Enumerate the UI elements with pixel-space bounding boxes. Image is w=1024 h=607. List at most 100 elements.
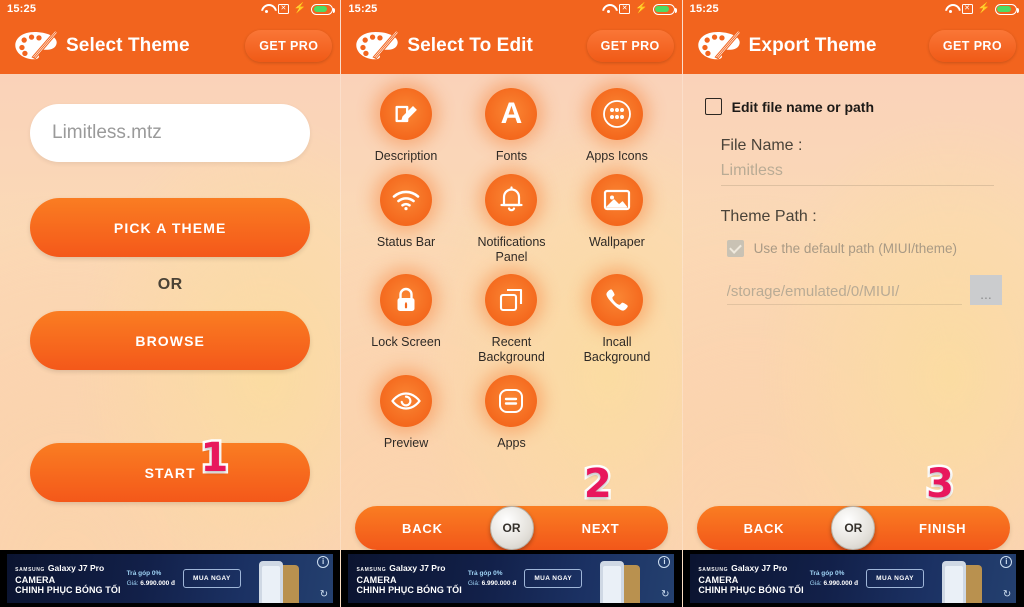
ad-banner[interactable]: SAMSUNG Galaxy J7 Pro CAMERA CHINH PHỤC … (682, 550, 1024, 607)
back-button[interactable]: BACK (697, 521, 832, 536)
replay-icon[interactable]: ↻ (661, 589, 669, 600)
status-bar: 15:25 ✕ ⚡ (0, 0, 341, 18)
screen-export-theme: 15:25 ✕ ⚡ Export Theme GET PRO Edit file… (682, 0, 1024, 607)
no-sim-icon: ✕ (619, 4, 631, 14)
back-button[interactable]: BACK (355, 521, 489, 536)
wizard-nav-bar: BACK OR NEXT 2 (355, 462, 668, 550)
grid-item-label: Notifications Panel (477, 234, 546, 264)
next-button[interactable]: NEXT (534, 521, 668, 536)
status-bar-time: 15:25 (689, 3, 719, 15)
browse-button[interactable]: BROWSE (30, 311, 311, 370)
pick-a-theme-button[interactable]: PICK A THEME (30, 198, 311, 257)
default-path-label: Use the default path (MIUI/theme) (753, 241, 957, 256)
grid-item-label: Apps (497, 435, 526, 450)
ad-cta-button[interactable]: MUA NGAY (866, 569, 924, 588)
eye-icon (380, 374, 433, 427)
grid-item-preview[interactable]: Preview (353, 374, 458, 459)
ad-headline-1: CAMERA (356, 574, 397, 585)
ad-banner[interactable]: SAMSUNG Galaxy J7 Pro CAMERA CHINH PHỤC … (341, 550, 682, 607)
grid-item-label: Fonts (495, 149, 528, 163)
replay-icon[interactable]: ↻ (320, 589, 328, 600)
edit-options-grid: Description A Fonts Apps Icons Status Ba… (341, 74, 681, 459)
status-bar-time: 15:25 (7, 3, 37, 15)
grid-item-lock-screen[interactable]: Lock Screen (353, 274, 458, 373)
theme-path-row: /storage/emulated/0/MIUI/ ... (726, 275, 1002, 305)
ad-info-icon[interactable]: i (317, 556, 330, 568)
grid-item-recent-background[interactable]: Recent Background (459, 274, 564, 373)
ad-product-name: Galaxy J7 Pro (47, 562, 105, 573)
ad-headline-2: CHINH PHỤC BÓNG TỐI (698, 584, 804, 595)
grid-item-apps-icons[interactable]: Apps Icons (564, 88, 669, 172)
browse-path-button[interactable]: ... (969, 275, 1002, 305)
export-form: Edit file name or path File Name : Limit… (683, 74, 1024, 305)
grid-item-label: Preview (383, 435, 429, 450)
grid-item-status-bar[interactable]: Status Bar (353, 173, 458, 273)
ad-brand-mark: SAMSUNG (356, 566, 387, 573)
grid-item-description[interactable]: Description (353, 88, 458, 172)
wifi-icon (945, 4, 957, 14)
ad-info-icon[interactable]: i (658, 556, 671, 568)
paint-palette-icon (356, 29, 400, 60)
grid-item-label: Apps Icons (586, 149, 648, 163)
get-pro-button[interactable]: GET PRO (245, 30, 333, 62)
grid-item-label: Lock Screen (371, 335, 441, 350)
get-pro-button[interactable]: GET PRO (928, 30, 1016, 62)
theme-file-input[interactable]: Limitless.mtz (30, 104, 311, 162)
grid-item-wallpaper[interactable]: Wallpaper (564, 173, 669, 273)
ad-cta-button[interactable]: MUA NGAY (524, 569, 583, 588)
ad-banner[interactable]: SAMSUNG Galaxy J7 Pro CAMERA CHINH PHỤC … (0, 550, 341, 607)
or-knob-button[interactable]: OR (489, 506, 534, 550)
ad-info-icon[interactable]: i (1000, 556, 1013, 568)
grid-item-apps[interactable]: Apps (459, 374, 564, 459)
no-sim-icon: ✕ (277, 4, 289, 14)
grid-item-label: Description (374, 149, 438, 163)
wifi-icon (261, 4, 273, 14)
edit-name-path-checkbox[interactable] (704, 98, 722, 115)
select-theme-body: Limitless.mtz PICK A THEME OR BROWSE STA… (0, 74, 340, 502)
step-badge-3: 3 (924, 461, 957, 507)
ad-price-value: 6.990.000 đ (481, 579, 517, 587)
app-bar: Export Theme GET PRO (682, 18, 1024, 74)
edit-name-path-checkbox-row[interactable]: Edit file name or path (704, 98, 1002, 115)
screen-select-to-edit: 15:25 ✕ ⚡ Select To Edit GET PRO Descrip… (341, 0, 683, 607)
grid-item-notifications-panel[interactable]: Notifications Panel (459, 173, 564, 273)
ad-product-name: Galaxy J7 Pro (731, 562, 788, 573)
status-bar: 15:25 ✕ ⚡ (682, 0, 1024, 18)
default-path-checkbox[interactable] (726, 240, 744, 257)
default-path-checkbox-row[interactable]: Use the default path (MIUI/theme) (726, 240, 1002, 257)
ad-product-name: Galaxy J7 Pro (389, 562, 446, 573)
ad-headline-2: CHINH PHỤC BÓNG TỐI (356, 584, 462, 595)
grid-item-incall-background[interactable]: Incall Background (564, 274, 669, 373)
ad-headline-1: CAMERA (15, 574, 56, 585)
file-name-label: File Name : (720, 137, 803, 154)
ad-phone-image (600, 561, 641, 603)
wizard-nav-wrap: BACK OR NEXT 2 (341, 462, 681, 550)
charging-bolt-icon: ⚡ (977, 3, 990, 14)
stacked-squares-icon (485, 274, 538, 327)
page-title: Export Theme (748, 35, 877, 56)
rounded-square-lines-icon (485, 374, 538, 427)
status-bar-time: 15:25 (348, 3, 378, 15)
or-divider-label: OR (157, 276, 183, 293)
grid-item-label: Incall Background (583, 335, 651, 364)
ad-brand-mark: SAMSUNG (15, 566, 45, 573)
ad-promo-installment: Trả góp 0% (126, 570, 162, 578)
grid-item-label: Recent Background (478, 335, 545, 364)
wifi-signal-icon (380, 173, 433, 226)
file-name-input[interactable]: Limitless (720, 162, 994, 186)
finish-button[interactable]: FINISH (875, 521, 1010, 536)
ad-headline-2: CHINH PHỤC BÓNG TỐI (15, 584, 121, 595)
ad-cta-button[interactable]: MUA NGAY (183, 569, 241, 588)
replay-icon[interactable]: ↻ (1003, 589, 1011, 600)
or-knob-button[interactable]: OR (831, 506, 876, 550)
wizard-nav-wrap: BACK OR FINISH 3 (683, 462, 1024, 550)
start-button[interactable]: START (30, 443, 311, 502)
grid-item-fonts[interactable]: A Fonts (459, 88, 564, 172)
ad-brand-mark: SAMSUNG (698, 566, 729, 573)
app-drawer-dots-icon (590, 88, 643, 140)
theme-path-input[interactable]: /storage/emulated/0/MIUI/ (726, 283, 962, 305)
get-pro-button[interactable]: GET PRO (586, 30, 674, 62)
no-sim-icon: ✕ (961, 4, 973, 14)
image-picture-icon (590, 173, 643, 226)
phone-handset-icon (590, 274, 643, 327)
